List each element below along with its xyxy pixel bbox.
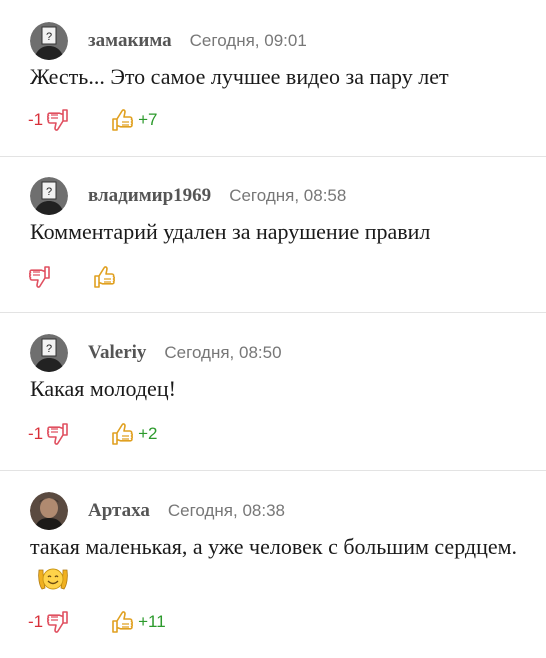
thumb-down-icon[interactable]	[28, 264, 52, 290]
thumb-up-icon[interactable]	[110, 107, 134, 133]
upvote-count: +11	[138, 612, 166, 631]
thumb-down-icon[interactable]	[46, 421, 70, 447]
comment-divider	[0, 312, 546, 313]
comment-text-content: такая маленькая, а уже человек с большим…	[30, 534, 518, 559]
thumb-up-icon[interactable]	[110, 421, 134, 447]
upvote-count: +2	[138, 424, 158, 443]
downvote-count: -1	[28, 612, 44, 631]
comment-divider	[0, 156, 546, 157]
avatar[interactable]	[30, 334, 68, 372]
comment-author[interactable]: Артаха	[88, 500, 150, 522]
downvote-count: -1	[28, 424, 44, 443]
comment-text: Жесть... Это самое лучшее видео за пару …	[30, 64, 449, 89]
vote-bar: -1 +2	[28, 419, 158, 449]
comment-divider	[0, 470, 546, 471]
thumb-up-icon[interactable]	[110, 609, 134, 635]
vote-bar: -1 +11	[28, 607, 166, 637]
comment-header: Valeriy Сегодня, 08:50	[30, 333, 282, 373]
vote-bar: -1 +7	[28, 105, 158, 135]
thumb-up-icon[interactable]	[92, 264, 116, 290]
avatar[interactable]	[30, 22, 68, 60]
comment-author[interactable]: замакима	[88, 30, 172, 52]
comment-text: такая маленькая, а уже человек с большим…	[30, 531, 520, 599]
comment-text: Какая молодец!	[30, 376, 176, 401]
upvote-count: +7	[138, 110, 158, 129]
avatar[interactable]	[30, 177, 68, 215]
comment-author[interactable]: владимир1969	[88, 185, 211, 207]
comment-header: замакима Сегодня, 09:01	[30, 21, 307, 61]
comment-text: Комментарий удален за нарушение правил	[30, 219, 431, 244]
thumb-down-icon[interactable]	[46, 609, 70, 635]
comment-time: Сегодня, 08:58	[229, 186, 347, 205]
downvote-count: -1	[28, 110, 44, 129]
avatar[interactable]	[30, 492, 68, 530]
praying-smile-emoji	[36, 565, 70, 599]
vote-bar	[28, 262, 116, 292]
comment-header: владимир1969 Сегодня, 08:58	[30, 176, 346, 216]
comment-time: Сегодня, 08:50	[164, 343, 282, 362]
comment-time: Сегодня, 09:01	[189, 31, 307, 50]
thumb-down-icon[interactable]	[46, 107, 70, 133]
comment-time: Сегодня, 08:38	[167, 501, 285, 520]
comment-header: Артаха Сегодня, 08:38	[30, 491, 285, 531]
comment-author[interactable]: Valeriy	[88, 342, 146, 364]
